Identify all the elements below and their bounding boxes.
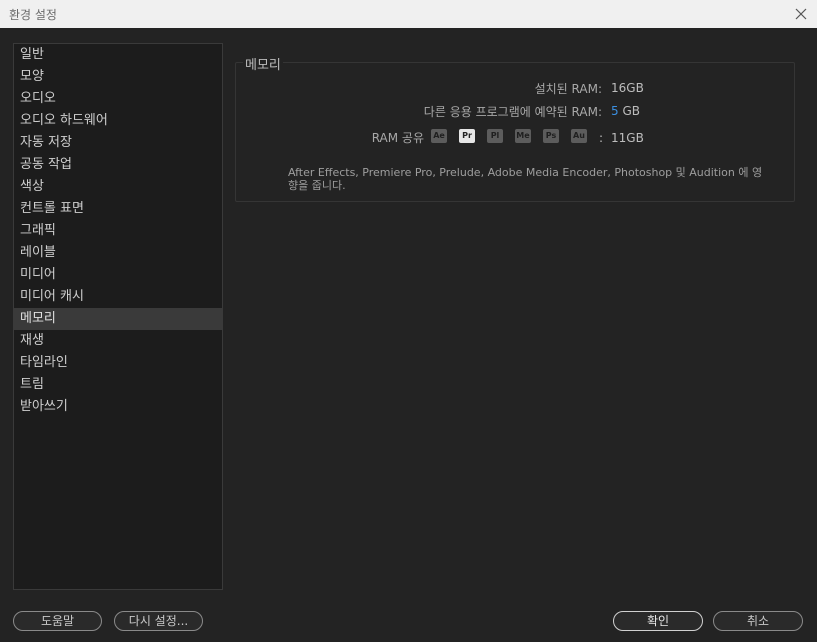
sidebar-item-timeline[interactable]: 타임라인: [14, 352, 222, 374]
premiere-pro-icon: Pr: [459, 129, 475, 143]
sidebar-item-appearance[interactable]: 모양: [14, 66, 222, 88]
sidebar-item-media-cache[interactable]: 미디어 캐시: [14, 286, 222, 308]
sidebar-item-playback[interactable]: 재생: [14, 330, 222, 352]
installed-ram-label: 설치된 RAM:: [534, 82, 602, 96]
help-button[interactable]: 도움말: [13, 611, 102, 631]
sidebar-item-color[interactable]: 색상: [14, 176, 222, 198]
title-bar: 환경 설정: [0, 0, 817, 28]
audition-icon: Au: [571, 129, 587, 143]
sidebar-item-control-surface[interactable]: 컨트롤 표면: [14, 198, 222, 220]
sidebar-item-collaboration[interactable]: 공동 작업: [14, 154, 222, 176]
sidebar-item-audio[interactable]: 오디오: [14, 88, 222, 110]
sidebar-item-auto-save[interactable]: 자동 저장: [14, 132, 222, 154]
reserved-ram-unit: GB: [622, 104, 640, 118]
window-title: 환경 설정: [9, 8, 57, 22]
installed-ram-value: 16GB: [611, 81, 644, 95]
reserved-ram-value[interactable]: 5: [611, 104, 619, 118]
shared-ram-value: 11GB: [611, 131, 644, 145]
reset-button[interactable]: 다시 설정...: [114, 611, 203, 631]
reserved-ram-label: 다른 응용 프로그램에 예약된 RAM:: [423, 105, 602, 119]
photoshop-icon: Ps: [543, 129, 559, 143]
memory-group-title: 메모리: [243, 54, 283, 73]
sidebar-item-trim[interactable]: 트림: [14, 374, 222, 396]
preferences-category-list[interactable]: 일반 모양 오디오 오디오 하드웨어 자동 저장 공동 작업 색상 컨트롤 표면…: [13, 43, 223, 590]
media-encoder-icon: Me: [515, 129, 531, 143]
ok-button[interactable]: 확인: [613, 611, 703, 631]
memory-note: After Effects, Premiere Pro, Prelude, Ad…: [288, 166, 763, 192]
after-effects-icon: Ae: [431, 129, 447, 143]
prelude-icon: Pl: [487, 129, 503, 143]
close-icon[interactable]: [791, 4, 811, 24]
shared-ram-colon: :: [599, 131, 604, 145]
sidebar-item-memory[interactable]: 메모리: [14, 308, 222, 330]
reserved-ram-field[interactable]: 5 GB: [611, 104, 640, 118]
shared-ram-label: RAM 공유: [371, 131, 424, 145]
sidebar-item-transcription[interactable]: 받아쓰기: [14, 396, 222, 418]
sidebar-item-graphics[interactable]: 그래픽: [14, 220, 222, 242]
sidebar-item-media[interactable]: 미디어: [14, 264, 222, 286]
cancel-button[interactable]: 취소: [713, 611, 803, 631]
sidebar-item-general[interactable]: 일반: [14, 44, 222, 66]
sidebar-item-audio-hardware[interactable]: 오디오 하드웨어: [14, 110, 222, 132]
sidebar-item-labels[interactable]: 레이블: [14, 242, 222, 264]
